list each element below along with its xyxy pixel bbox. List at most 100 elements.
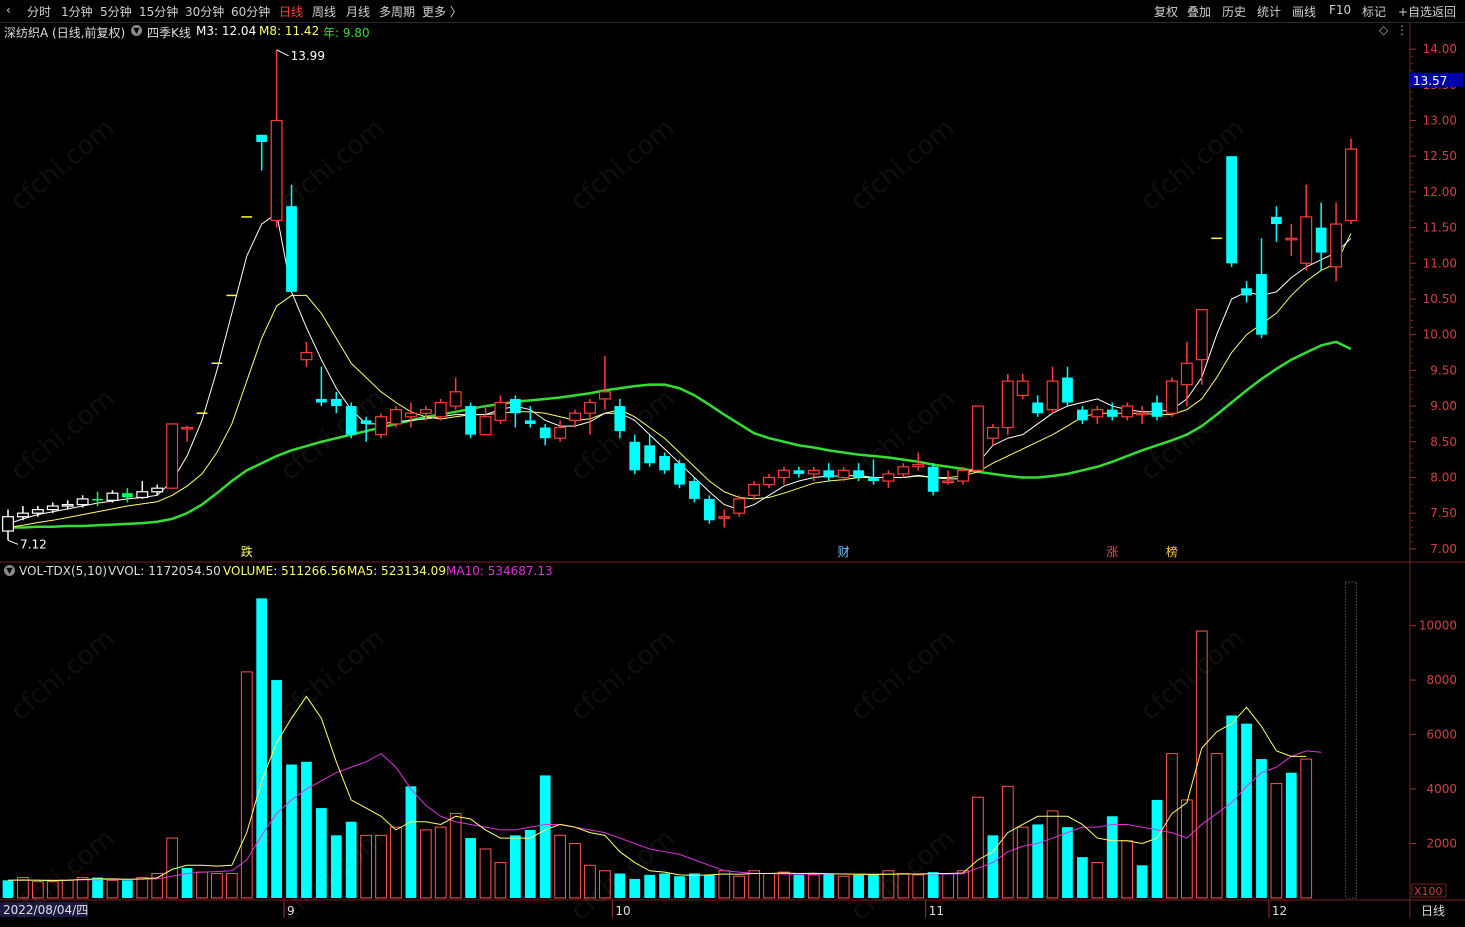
toolbar-button-2[interactable]: 历史 — [1222, 3, 1246, 20]
candle-body-up — [569, 412, 582, 421]
toolbar-button-3[interactable]: 统计 — [1257, 3, 1281, 20]
period-tab-1[interactable]: 1分钟 — [61, 3, 93, 20]
candle-body-up — [404, 412, 417, 418]
current-volume-outline — [1345, 581, 1357, 899]
price-tick-label: 8.50 — [1430, 435, 1457, 449]
period-tab-0[interactable]: 分时 — [27, 3, 51, 20]
candle-body-down — [1315, 227, 1327, 253]
candle-body-up — [1300, 216, 1313, 264]
candle-body-up — [763, 476, 776, 486]
price-tick-label: 14.00 — [1423, 42, 1457, 56]
candle-body-up — [733, 498, 746, 514]
month-label: 10 — [615, 904, 630, 918]
candle-body-down — [539, 427, 551, 439]
candle-body-up — [777, 469, 790, 479]
price-tick-label: 11.00 — [1423, 256, 1457, 270]
volume-bar-up — [1270, 783, 1283, 899]
price-tick-label: 7.00 — [1430, 542, 1457, 556]
price-tick-label: 7.50 — [1430, 506, 1457, 520]
period-tab-7[interactable]: 周线 — [312, 3, 336, 20]
period-tab-5[interactable]: 60分钟 — [231, 3, 270, 20]
indicator-dropdown-icon[interactable]: ▼ — [4, 565, 15, 576]
price-tick-label: 10.00 — [1423, 328, 1457, 342]
candle-body-down — [1106, 409, 1118, 417]
toolbar-button-7[interactable]: +自选 — [1398, 3, 1432, 20]
low-marker-line — [7, 539, 19, 545]
volume-bar-up — [1300, 758, 1313, 899]
m8-value: M8: 11.42 — [259, 24, 320, 38]
volume-bar-up — [479, 848, 492, 899]
vol-ma10-value: MA10: 534687.13 — [446, 564, 553, 578]
candle-body-up — [1001, 380, 1014, 429]
back-arrow-icon[interactable]: ‹ — [6, 3, 11, 17]
volume-bar-up — [225, 872, 238, 899]
toolbar-button-8[interactable]: 返回 — [1432, 3, 1456, 20]
vol-tick-label: 6000 — [1426, 728, 1457, 742]
volume-bar-down — [509, 835, 521, 898]
period-tab-10[interactable]: 更多 〉 — [422, 3, 462, 20]
candle-body-up — [46, 505, 59, 511]
candle-body-up — [1091, 409, 1104, 418]
volume-bar-down — [2, 880, 14, 898]
candle-body-up — [375, 416, 388, 436]
vol-ma5-value: MA5: 523134.09 — [347, 564, 446, 578]
diamond-icon[interactable]: ◇ — [1379, 23, 1388, 37]
period-tab-2[interactable]: 5分钟 — [100, 3, 132, 20]
candle-body-up — [61, 504, 74, 507]
indicator-dropdown-icon[interactable]: ▼ — [131, 25, 142, 36]
candle-body-up — [390, 409, 402, 425]
period-label: 日线 — [1421, 904, 1446, 918]
candle-body-up — [882, 473, 895, 482]
volume-bar-down — [1241, 723, 1252, 898]
period-tab-6[interactable]: 日线 — [279, 3, 303, 20]
candle-body-up — [300, 351, 313, 361]
candle-body-up — [479, 416, 492, 436]
candle-body-up — [1046, 380, 1059, 411]
candle-body-up — [748, 484, 761, 496]
candle-body-down — [92, 498, 103, 501]
candle-body-down — [122, 493, 133, 498]
candle-body-down — [793, 470, 805, 474]
candle-body-up — [166, 423, 179, 489]
volume-bar-up — [748, 870, 760, 899]
vvol-value: VVOL: 1172054.50 — [108, 564, 221, 578]
period-tab-8[interactable]: 月线 — [346, 3, 370, 20]
candle-body-up — [912, 464, 925, 468]
volume-bar-down — [181, 868, 193, 898]
candle-body-up — [76, 498, 89, 506]
volume-bar-down — [122, 880, 133, 898]
volume-bar-up — [151, 872, 164, 899]
low-price-label: 7.12 — [20, 537, 47, 551]
toolbar-button-6[interactable]: 标记 — [1362, 3, 1386, 20]
toolbar-button-1[interactable]: 叠加 — [1187, 3, 1211, 20]
candle-body-down — [509, 398, 521, 414]
toolbar-button-0[interactable]: 复权 — [1154, 3, 1178, 20]
vol-indicator-name[interactable]: VOL-TDX(5,10) — [19, 564, 107, 578]
toolbar-button-4[interactable]: 画线 — [1292, 3, 1316, 20]
volume-bar-up — [240, 671, 253, 899]
vol-tick-label: 4000 — [1426, 782, 1457, 796]
candle-body-down — [286, 206, 297, 292]
volume-bar-down — [1285, 772, 1297, 898]
toolbar-button-5[interactable]: F10 — [1329, 3, 1351, 17]
candle-body-up — [136, 491, 149, 499]
period-tab-9[interactable]: 多周期 — [379, 3, 415, 20]
candle-body-down — [315, 398, 327, 403]
volume-bar-up — [1001, 785, 1014, 899]
price-tick-label: 13.00 — [1423, 114, 1457, 128]
candle-body-up — [1330, 223, 1343, 268]
stock-name[interactable]: 深纺织A (日线,前复权) — [4, 24, 125, 41]
period-tab-4[interactable]: 30分钟 — [185, 3, 224, 20]
volume-bar-down — [271, 680, 282, 898]
candle-body-down — [689, 481, 700, 499]
volume-info-bar: ▼ VOL-TDX(5,10) VVOL: 1172054.50 VOLUME:… — [0, 562, 1410, 580]
volume-bar-down — [1062, 827, 1073, 898]
indicator-name[interactable]: 四季K线 — [147, 24, 191, 41]
volume-bar-up — [718, 870, 731, 899]
volume-bar-up — [1180, 799, 1193, 899]
price-tick-label: 12.50 — [1423, 149, 1457, 163]
candle-body-down — [330, 398, 342, 407]
more-icon[interactable]: ⋮ — [1396, 23, 1408, 37]
volume-bar-up — [569, 843, 581, 899]
period-tab-3[interactable]: 15分钟 — [139, 3, 178, 20]
